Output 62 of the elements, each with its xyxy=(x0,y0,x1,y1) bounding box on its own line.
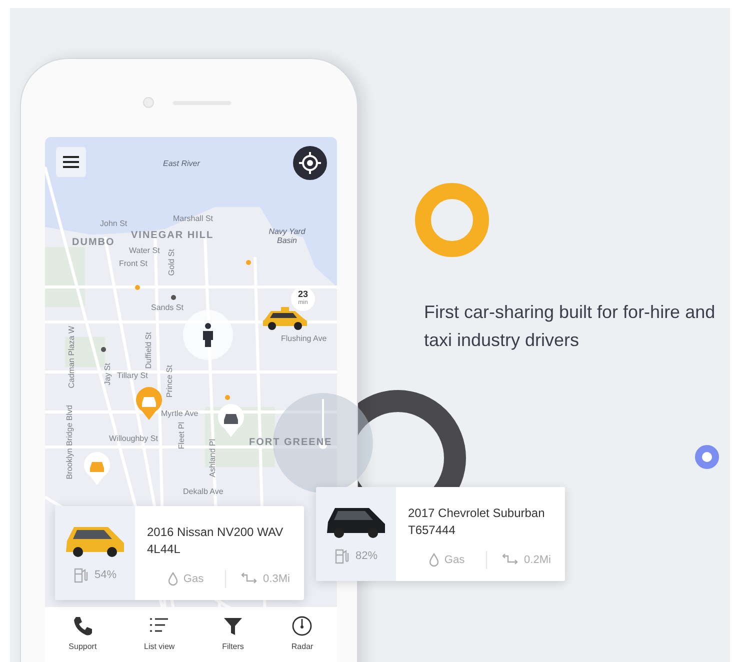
charge-level: 82% xyxy=(355,550,378,562)
dot-decoration xyxy=(695,445,719,469)
nav-tab[interactable]: Filters xyxy=(218,615,248,651)
map-label: Flushing Ave xyxy=(281,334,327,343)
drop-icon xyxy=(429,553,440,567)
map-label: Tillary St xyxy=(117,371,148,380)
map-label: Water St xyxy=(129,246,160,255)
map-label: Prince St xyxy=(165,365,174,398)
map-label: Marshall St xyxy=(173,214,214,223)
target-icon xyxy=(299,152,321,174)
menu-icon xyxy=(63,156,79,168)
map-label: Myrtle Ave xyxy=(161,409,198,418)
map-label: Dekalb Ave xyxy=(183,487,224,496)
nav-tab[interactable]: Support xyxy=(64,615,101,651)
fuel-pump-icon xyxy=(73,567,90,583)
camera-dot xyxy=(143,97,154,108)
taxi-drawing xyxy=(261,305,309,331)
map-label: Front St xyxy=(119,259,148,268)
map-dot xyxy=(101,347,106,352)
plate-number: T657444 xyxy=(408,522,456,539)
phone-icon xyxy=(72,615,94,637)
map-label: Brooklyn Bridge Blvd xyxy=(65,405,74,480)
nav-tab[interactable]: List view xyxy=(140,615,179,651)
map-label: Ashland Pl xyxy=(208,439,217,478)
fuel-pump-icon xyxy=(334,548,350,564)
map-label: Fleet Pl xyxy=(177,422,186,450)
vehicle-name: 2016 Nissan NV200 WAV xyxy=(147,524,284,541)
vehicle-card[interactable]: 82% 2017 Chevrolet Suburban T657444 Gas 0.2Mi xyxy=(316,487,565,581)
map-label: DUMBO xyxy=(72,237,115,248)
map-label: VINEGAR HILL xyxy=(131,230,214,241)
person-icon xyxy=(202,323,214,347)
map-dot xyxy=(171,295,176,300)
map-label: East River xyxy=(163,159,200,168)
charge-level: 54% xyxy=(94,569,117,581)
map-label: Cadman Plaza W xyxy=(67,326,76,388)
filter-icon xyxy=(222,615,244,637)
map-dot xyxy=(246,260,251,265)
map-label: Willoughby St xyxy=(109,434,158,443)
map-dot xyxy=(225,395,230,400)
map-label: Gold St xyxy=(167,249,176,276)
distance: 0.3Mi xyxy=(263,573,290,585)
car-pin-icon[interactable] xyxy=(217,403,245,437)
map-label: Sands St xyxy=(151,303,184,312)
radar-icon xyxy=(291,615,314,637)
map-label: John St xyxy=(100,219,128,228)
map-label: Navy Yard Basin xyxy=(268,227,306,245)
menu-button[interactable] xyxy=(56,147,86,177)
map-dot xyxy=(135,285,140,290)
fuel-type: Gas xyxy=(444,554,465,566)
plate-number: 4L44L xyxy=(147,541,182,558)
drop-icon xyxy=(168,572,178,586)
fuel-type: Gas xyxy=(183,573,204,585)
vehicle-card[interactable]: 54% 2016 Nissan NV200 WAV 4L44L Gas 0.3Mi xyxy=(55,506,304,600)
map-label: Duffield St xyxy=(144,332,153,369)
route-arrows-icon xyxy=(240,572,258,586)
distance: 0.2Mi xyxy=(524,554,551,566)
route-arrows-icon xyxy=(501,553,520,567)
map-label: FORT GREENE xyxy=(249,437,332,448)
vehicle-name: 2017 Chevrolet Suburban xyxy=(408,505,546,522)
map-label: Jay St xyxy=(103,363,112,386)
nav-tab[interactable]: Radar xyxy=(287,615,318,651)
headline: First car-sharing built for for-hire and taxi industry drivers xyxy=(424,301,716,352)
